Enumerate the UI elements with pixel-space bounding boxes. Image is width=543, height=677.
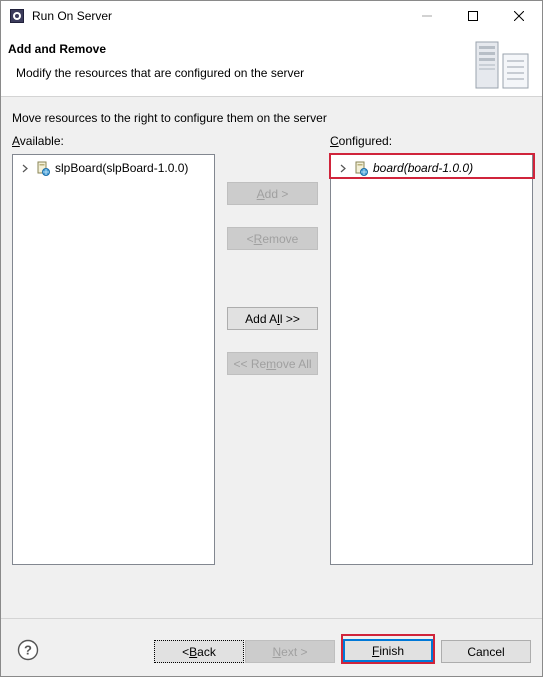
page-title: Add and Remove (8, 42, 107, 56)
cancel-button[interactable]: Cancel (441, 640, 531, 663)
available-list[interactable]: slpBoard(slpBoard-1.0.0) (12, 154, 215, 565)
instruction-text: Move resources to the right to configure… (12, 111, 327, 125)
available-label: Available: (12, 134, 64, 148)
configured-label: Configured: (330, 134, 393, 148)
list-item[interactable]: slpBoard(slpBoard-1.0.0) (13, 158, 188, 178)
page-description: Modify the resources that are configured… (16, 66, 305, 80)
web-module-icon (37, 161, 50, 176)
remove-button[interactable]: < Remove (227, 227, 318, 250)
server-wizard-banner-icon (475, 41, 529, 89)
back-button[interactable]: < Back (154, 640, 244, 663)
close-icon (514, 11, 524, 21)
configured-item-highlight (329, 153, 535, 179)
footer-separator (1, 618, 542, 619)
remove-all-button[interactable]: << Re m ove All (227, 352, 318, 375)
chevron-right-icon[interactable] (17, 164, 33, 173)
title-bar[interactable]: Run On Server (1, 1, 542, 31)
help-icon[interactable]: ? (17, 639, 39, 661)
run-on-server-dialog: Run On Server Add and Remove Modify the … (0, 0, 543, 677)
maximize-button[interactable] (450, 1, 496, 31)
svg-text:?: ? (24, 643, 32, 658)
close-button[interactable] (496, 1, 542, 31)
configured-list[interactable]: board(board-1.0.0) (329, 153, 535, 565)
add-button[interactable]: Add > (227, 182, 318, 205)
next-button[interactable]: Next > (245, 640, 335, 663)
window-title: Run On Server (32, 9, 113, 23)
finish-button-highlight (341, 634, 435, 664)
maximize-icon (468, 11, 478, 21)
minimize-icon (422, 15, 432, 17)
server-gear-icon (10, 9, 24, 23)
wizard-header: Add and Remove Modify the resources that… (1, 31, 542, 97)
available-item-label: slpBoard(slpBoard-1.0.0) (55, 161, 189, 175)
minimize-button[interactable] (404, 1, 450, 31)
add-all-button[interactable]: Add All >> (227, 307, 318, 330)
